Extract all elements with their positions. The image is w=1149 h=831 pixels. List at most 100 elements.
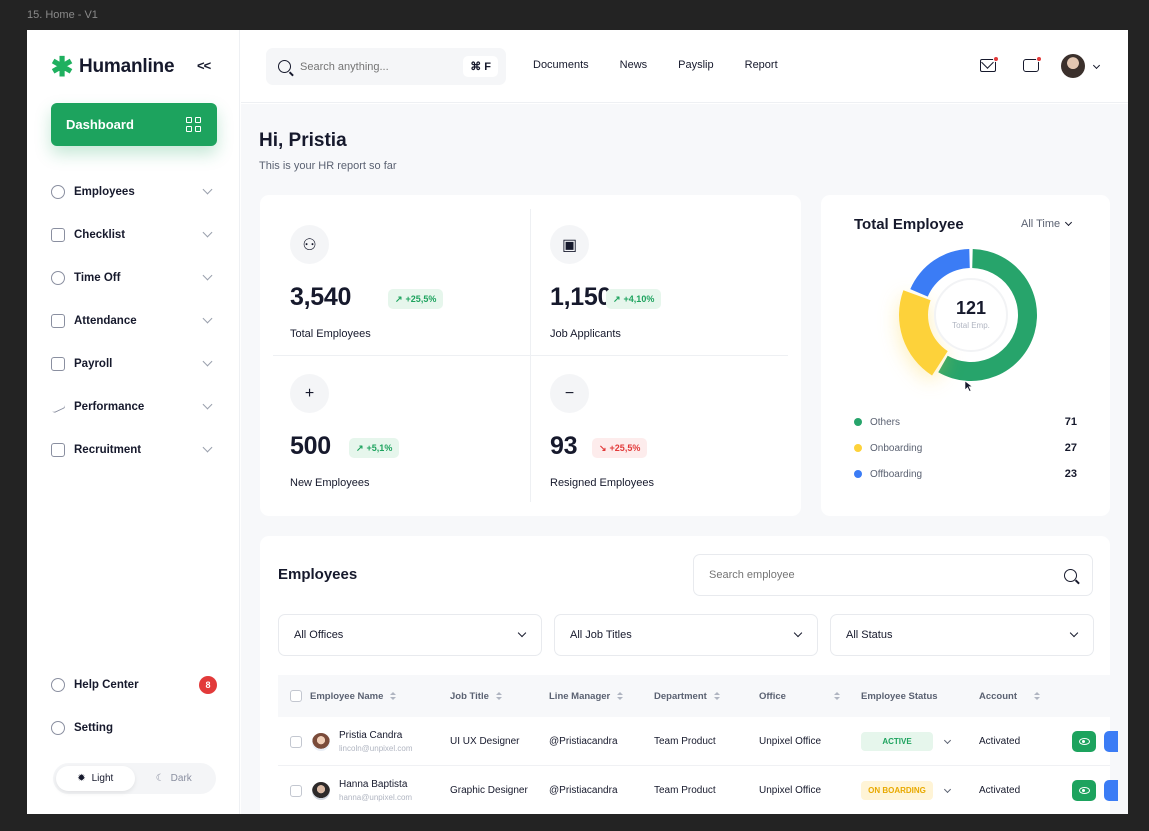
legend-value: 23 [1064, 468, 1077, 480]
status-cell[interactable]: ACTIVE [861, 717, 952, 766]
legend-row-offboarding: Offboarding 23 [854, 461, 1077, 487]
column-header-office[interactable]: Office [759, 675, 840, 717]
sort-icon [833, 692, 840, 700]
users-icon: ⚇ [290, 225, 329, 264]
user-avatar[interactable] [1061, 54, 1085, 78]
employee-filters: All Offices All Job Titles All Status [278, 614, 1094, 656]
nav-report[interactable]: Report [745, 59, 778, 71]
nav-payslip[interactable]: Payslip [678, 59, 713, 71]
office-cell: Unpixel Office [759, 785, 822, 796]
search-icon [278, 60, 291, 73]
help-center-item[interactable]: Help Center 8 [51, 670, 217, 700]
sidebar-item-recruitment[interactable]: Recruitment [51, 428, 217, 471]
search-icon[interactable] [1064, 568, 1077, 582]
office-filter-dropdown[interactable]: All Offices [278, 614, 542, 656]
table-row[interactable]: Hanna Baptista hanna@unpixel.com Graphic … [278, 766, 1118, 814]
stat-value: 500 [290, 432, 331, 460]
status-cell[interactable]: ON BOARDING [861, 766, 952, 814]
legend-dot [854, 470, 862, 478]
chevron-down-icon [202, 227, 213, 238]
setting-item[interactable]: Setting [51, 713, 217, 743]
select-all-checkbox[interactable] [290, 690, 302, 702]
logo[interactable]: ✱ Humanline [51, 54, 175, 81]
stat-resigned-employees: − 93 ↘ +25,5% Resigned Employees [538, 360, 796, 508]
chat-icon[interactable] [1023, 56, 1042, 72]
trend-down-icon: ↘ [599, 442, 607, 453]
help-icon [51, 678, 65, 692]
view-button[interactable] [1072, 731, 1096, 752]
theme-dark-option[interactable]: ☾ Dark [135, 766, 214, 791]
trend-up-icon [49, 399, 67, 414]
column-label: Job Title [450, 690, 489, 702]
theme-dark-label: Dark [170, 773, 192, 784]
donut-center-label: Total Emp. [952, 321, 990, 330]
chevron-down-icon [517, 628, 527, 638]
chevron-down-icon [943, 736, 952, 744]
sidebar-item-employees[interactable]: Employees [51, 170, 217, 213]
sidebar-item-label: Attendance [74, 314, 137, 327]
employee-search-input[interactable] [709, 569, 1064, 581]
stat-value: 3,540 [290, 283, 352, 311]
edit-button[interactable] [1104, 731, 1118, 752]
status-filter-dropdown[interactable]: All Status [830, 614, 1094, 656]
view-button[interactable] [1072, 780, 1096, 801]
column-label: Employee Name [310, 690, 384, 702]
sun-icon: ✹ [77, 773, 86, 784]
row-checkbox[interactable] [290, 735, 302, 748]
employee-email: lincoln@unpixel.com [339, 744, 413, 753]
wallet-icon [51, 356, 65, 371]
nav-documents[interactable]: Documents [533, 59, 589, 71]
sidebar-item-attendance[interactable]: Attendance [51, 299, 217, 342]
chevron-down-icon [202, 184, 213, 195]
users-icon [51, 184, 65, 199]
edit-button[interactable] [1104, 780, 1118, 801]
dashboard-button[interactable]: Dashboard [51, 103, 217, 146]
top-nav: Documents News Payslip Report [533, 59, 778, 71]
frame-label: 15. Home - V1 [27, 9, 98, 21]
employee-name: Pristia Candra [339, 730, 403, 741]
stat-total-employees: ⚇ 3,540 ↗ +25,5% Total Employees [278, 211, 536, 359]
column-header-department[interactable]: Department [654, 675, 720, 717]
chat-unread-dot [1036, 56, 1042, 62]
briefcase-icon: ▣ [550, 225, 589, 264]
theme-light-option[interactable]: ✹ Light [56, 766, 135, 791]
status-badge: ON BOARDING [861, 781, 933, 800]
chevron-down-icon [793, 628, 803, 638]
account-cell: Activated [979, 785, 1021, 796]
plus-icon: + [290, 374, 329, 413]
mail-icon[interactable] [980, 56, 999, 72]
column-header-account[interactable]: Account [979, 675, 1040, 717]
calendar-icon [51, 313, 65, 328]
row-checkbox[interactable] [290, 784, 302, 797]
mail-unread-dot [993, 56, 999, 62]
employee-search [693, 554, 1093, 596]
page-subtitle: This is your HR report so far [259, 160, 397, 172]
column-header-employee-status[interactable]: Employee Status [861, 675, 938, 717]
minus-icon: − [550, 374, 589, 413]
search-shortcut-hint: ⌘ F [463, 56, 498, 77]
sidebar-item-checklist[interactable]: Checklist [51, 213, 217, 256]
trend-up-icon: ↗ [395, 293, 403, 304]
column-label: Line Manager [549, 690, 611, 702]
sidebar-item-payroll[interactable]: Payroll [51, 342, 217, 385]
nav-news[interactable]: News [620, 59, 648, 71]
table-row[interactable]: Pristia Candra lincoln@unpixel.com UI UX … [278, 717, 1118, 766]
sidebar-item-performance[interactable]: Performance [49, 385, 217, 428]
employee-email: hanna@unpixel.com [339, 793, 413, 802]
column-label: Office [759, 690, 786, 702]
collapse-sidebar-button[interactable]: << [197, 58, 211, 73]
chevron-down-icon[interactable] [1092, 61, 1101, 70]
global-search-input[interactable] [300, 60, 464, 73]
column-header-employee-name[interactable]: Employee Name [310, 675, 397, 717]
sidebar-item-label: Checklist [74, 228, 126, 241]
job-title-filter-dropdown[interactable]: All Job Titles [554, 614, 818, 656]
legend-dot [854, 418, 862, 426]
notification-badge: 8 [199, 676, 217, 694]
line-manager-cell: @Pristiacandra [549, 785, 618, 796]
employee-donut-chart[interactable]: 121 Total Emp. [851, 229, 1081, 399]
column-header-job-title[interactable]: Job Title [450, 675, 502, 717]
stat-job-applicants: ▣ 1,150 ↗ +4,10% Job Applicants [538, 211, 796, 359]
top-header: ⌘ F Documents News Payslip Report [241, 30, 1128, 103]
column-header-line-manager[interactable]: Line Manager [549, 675, 624, 717]
sidebar-item-time-off[interactable]: Time Off [51, 256, 217, 299]
